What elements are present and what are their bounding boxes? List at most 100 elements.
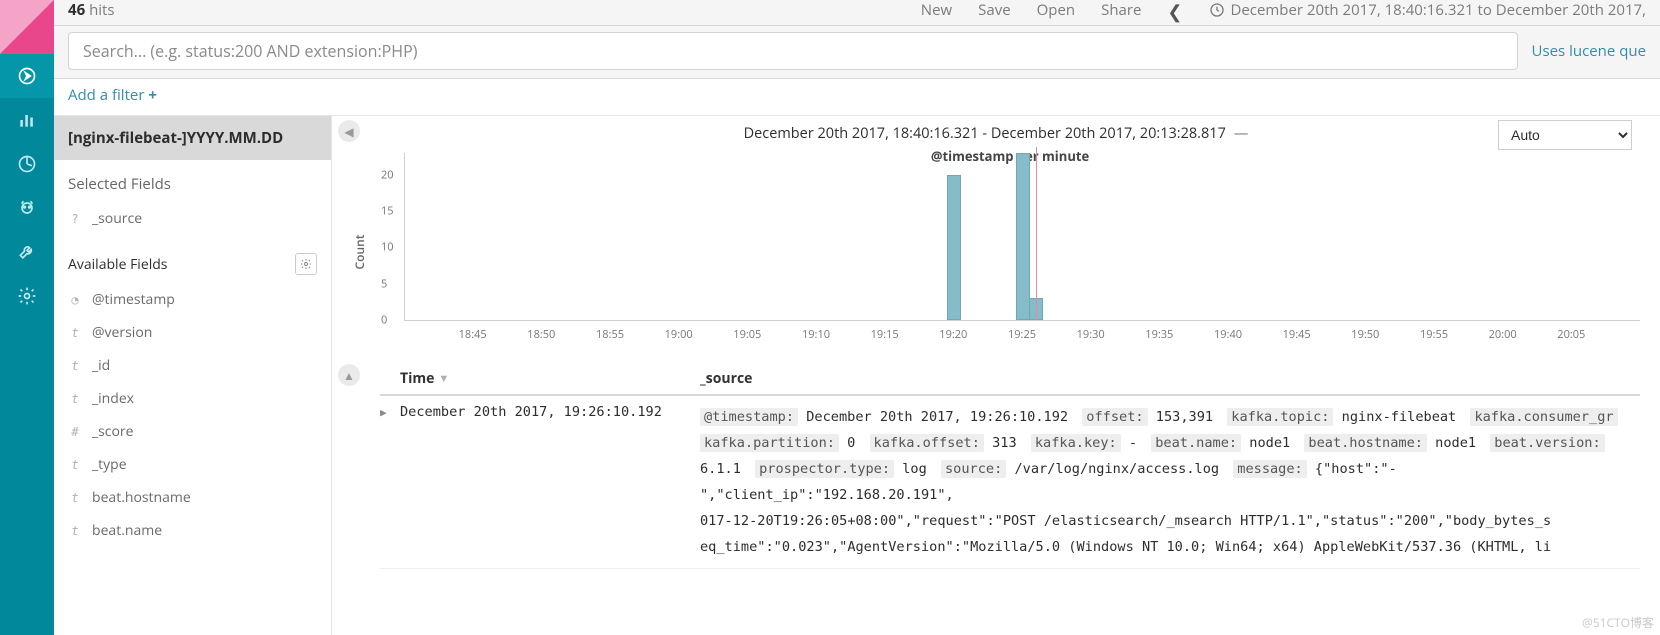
kv-value: log xyxy=(894,461,935,477)
field-type-icon xyxy=(68,458,82,472)
kv-value: 153,391 xyxy=(1148,409,1222,425)
histogram-bar[interactable] xyxy=(1016,153,1030,320)
chart-cursor-line xyxy=(1036,147,1037,320)
xtick-label: 19:45 xyxy=(1283,327,1311,342)
lucene-syntax-link[interactable]: Uses lucene que xyxy=(1532,41,1646,61)
field-name: beat.hostname xyxy=(92,488,191,507)
kv-key: offset: xyxy=(1082,408,1147,426)
kv-key: prospector.type: xyxy=(755,460,894,478)
xtick-label: 19:00 xyxy=(665,327,693,342)
scroll-up-button[interactable]: ▲ xyxy=(338,364,360,386)
nav-devtools-icon[interactable] xyxy=(0,230,54,274)
add-filter-button[interactable]: Add a filter + xyxy=(68,85,157,105)
field-name: @timestamp xyxy=(92,290,175,309)
field-type-icon xyxy=(68,524,82,538)
xtick-label: 20:00 xyxy=(1489,327,1517,342)
nav-dashboard-icon[interactable] xyxy=(0,142,54,186)
field-type-icon xyxy=(68,212,82,226)
field-item[interactable]: @timestamp xyxy=(54,283,331,316)
kv-key: kafka.offset: xyxy=(870,434,984,452)
kv-value: - xyxy=(1121,435,1146,451)
discover-content: ◀ ▲ December 20th 2017, 18:40:16.321 - D… xyxy=(332,116,1660,635)
field-item[interactable]: _source xyxy=(54,202,331,235)
kv-key: message: xyxy=(1233,460,1306,478)
selected-fields-title: Selected Fields xyxy=(54,160,331,202)
kv-key: beat.hostname: xyxy=(1304,434,1427,452)
col-time-header[interactable]: Time ▼ xyxy=(400,369,700,388)
xtick-label: 19:05 xyxy=(733,327,761,342)
doc-table-header: Time ▼ _source xyxy=(380,363,1640,396)
add-filter-label: Add a filter xyxy=(68,85,145,105)
dash-separator: — xyxy=(1234,124,1249,143)
time-picker[interactable]: December 20th 2017, 18:40:16.321 to Dece… xyxy=(1209,0,1647,20)
nav-management-icon[interactable] xyxy=(0,274,54,318)
xtick-label: 19:20 xyxy=(939,327,967,342)
watermark: @51CTO博客 xyxy=(1582,614,1654,631)
app-nav-rail xyxy=(0,0,54,635)
action-open[interactable]: Open xyxy=(1037,0,1075,20)
kv-key: kafka.consumer_gr xyxy=(1470,408,1617,426)
kibana-logo xyxy=(0,0,54,54)
kv-value: node1 xyxy=(1427,435,1484,451)
field-name: _score xyxy=(92,422,134,441)
field-type-icon xyxy=(68,359,82,373)
documents-table: Time ▼ _source ▶ December 20th 2017, 19:2… xyxy=(380,363,1640,569)
nav-discover-icon[interactable] xyxy=(0,54,54,98)
field-item[interactable]: _type xyxy=(54,448,331,481)
nav-visualize-icon[interactable] xyxy=(0,98,54,142)
field-item[interactable]: _index xyxy=(54,382,331,415)
search-row: Search... (e.g. status:200 AND extension… xyxy=(54,26,1660,79)
histogram-chart[interactable]: Count 05101520 18:4518:5018:5519:0019:05… xyxy=(380,147,1640,357)
interval-select[interactable]: Auto xyxy=(1498,120,1632,150)
xtick-label: 19:50 xyxy=(1351,327,1379,342)
field-item[interactable]: @version xyxy=(54,316,331,349)
action-save[interactable]: Save xyxy=(978,0,1010,20)
xtick-label: 20:05 xyxy=(1557,327,1585,342)
xtick-label: 18:45 xyxy=(459,327,487,342)
action-share[interactable]: Share xyxy=(1101,0,1141,20)
field-type-icon xyxy=(68,326,82,340)
nav-timelion-icon[interactable] xyxy=(0,186,54,230)
field-type-icon xyxy=(68,425,82,439)
action-new[interactable]: New xyxy=(921,0,952,20)
expand-row-button[interactable]: ▶ xyxy=(380,404,400,419)
time-range-text: December 20th 2017, 18:40:16.321 to Dece… xyxy=(1231,0,1647,20)
ytick-label: 15 xyxy=(381,204,394,219)
field-name: beat.name xyxy=(92,521,162,540)
col-source-header[interactable]: _source xyxy=(700,369,1640,388)
field-item[interactable]: _id xyxy=(54,349,331,382)
xtick-label: 19:30 xyxy=(1077,327,1105,342)
xtick-label: 19:40 xyxy=(1214,327,1242,342)
clock-icon xyxy=(1209,2,1225,18)
kv-value: December 20th 2017, 19:26:10.192 xyxy=(798,409,1076,425)
kv-value: nginx-filebeat xyxy=(1333,409,1464,425)
ytick-label: 0 xyxy=(381,313,387,328)
discover-topbar: 46 hits New Save Open Share ❮ December 2… xyxy=(54,0,1660,26)
kv-key: kafka.key: xyxy=(1031,434,1121,452)
index-pattern-selector[interactable]: [nginx-filebeat-]YYYY.MM.DD xyxy=(54,116,331,160)
gear-icon xyxy=(300,258,312,270)
kv-value: 6.1.1 xyxy=(700,461,749,477)
field-type-icon xyxy=(68,491,82,505)
interval-select-wrap: Auto xyxy=(1498,120,1632,150)
fields-settings-button[interactable] xyxy=(295,253,317,275)
xtick-label: 18:50 xyxy=(527,327,555,342)
search-input[interactable]: Search... (e.g. status:200 AND extension… xyxy=(68,32,1518,70)
available-fields-title: Available Fields xyxy=(68,255,167,274)
field-item[interactable]: beat.name xyxy=(54,514,331,547)
field-name: _type xyxy=(92,455,127,474)
time-prev-icon[interactable]: ❮ xyxy=(1167,0,1182,24)
ytick-label: 10 xyxy=(381,240,394,255)
xtick-label: 19:15 xyxy=(871,327,899,342)
field-item[interactable]: _score xyxy=(54,415,331,448)
top-actions: New Save Open Share ❮ December 20th 2017… xyxy=(921,0,1646,24)
field-item[interactable]: beat.hostname xyxy=(54,481,331,514)
fields-sidebar: [nginx-filebeat-]YYYY.MM.DD Selected Fie… xyxy=(54,116,332,635)
field-name: _source xyxy=(92,209,142,228)
kv-key: kafka.partition: xyxy=(700,434,839,452)
kv-key: beat.version: xyxy=(1490,434,1604,452)
kv-value: 313 xyxy=(984,435,1025,451)
kv-value: node1 xyxy=(1241,435,1298,451)
hits-count: 46 hits xyxy=(68,0,115,20)
histogram-bar[interactable] xyxy=(947,175,961,320)
